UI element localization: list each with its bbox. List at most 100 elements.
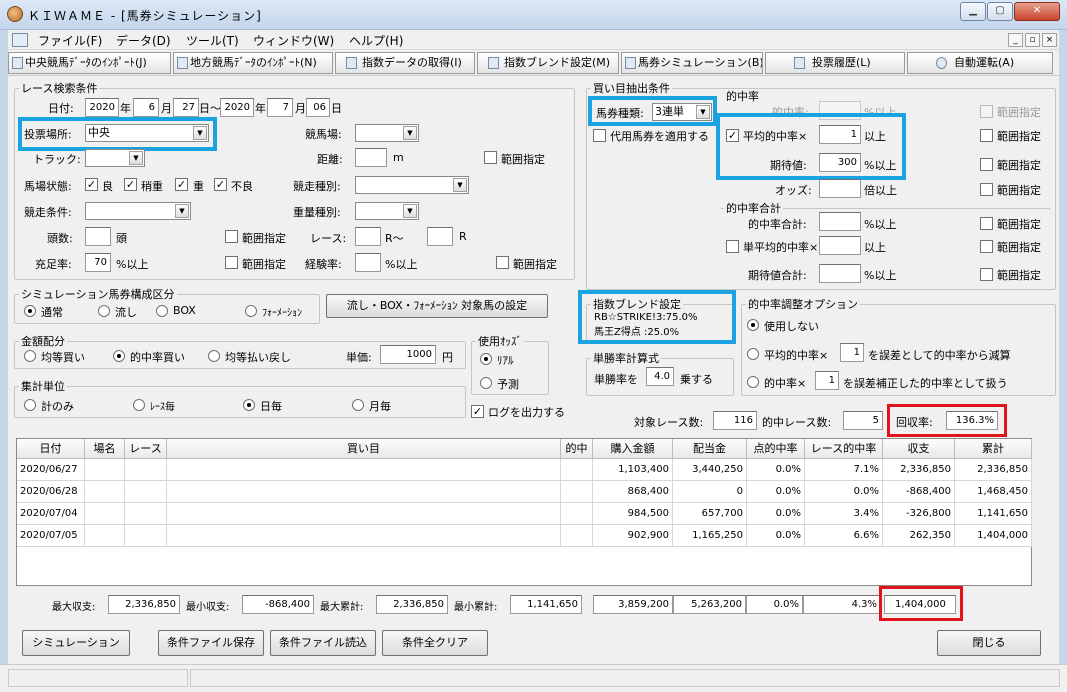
mdi-close-icon[interactable]: × <box>1042 33 1057 47</box>
weight-type-select[interactable]: ▼ <box>355 202 419 220</box>
title-bar[interactable]: ＫＩＷＡＭＥ - [馬券シミュレーション] ▁ ▢ ✕ <box>0 0 1067 30</box>
simulate-button[interactable]: シミュレーション <box>22 630 130 656</box>
expected-range-checkbox[interactable] <box>980 158 993 171</box>
col-header-race[interactable]: レース <box>125 439 167 459</box>
hit-sum-range-checkbox[interactable] <box>980 217 993 230</box>
mdi-minimize-icon[interactable]: _ <box>1008 33 1023 47</box>
betting-sim-button[interactable]: 馬券シミュレーション(B) <box>621 52 763 74</box>
col-header-date[interactable]: 日付 <box>17 439 85 459</box>
col-header-balance[interactable]: 収支 <box>883 439 955 459</box>
avg-range-checkbox[interactable] <box>980 129 993 142</box>
col-header-point-hit[interactable]: 点的中率 <box>747 439 805 459</box>
target-horse-button[interactable]: 流し・BOX・ﾌｫｰﾒｰｼｮﾝ 対象馬の設定 <box>326 294 548 318</box>
single-avg-checkbox[interactable] <box>726 240 739 253</box>
menu-data[interactable]: データ(D) <box>116 32 171 49</box>
exp-input[interactable] <box>355 253 381 272</box>
nagashi-radio[interactable] <box>98 305 110 317</box>
col-header-buy[interactable]: 買い目 <box>167 439 561 459</box>
exp-sum-input[interactable] <box>819 264 861 283</box>
heads-input[interactable] <box>85 227 111 246</box>
hit-buy-radio[interactable] <box>113 350 125 362</box>
formation-radio[interactable] <box>245 305 257 317</box>
index-blend-button[interactable]: 指数ブレンド設定(M) <box>477 52 619 74</box>
adjust-avg-input[interactable]: 1 <box>840 343 864 362</box>
col-header-payout[interactable]: 配当金 <box>673 439 747 459</box>
fill-input[interactable]: 70 <box>85 253 111 272</box>
real-odds-radio[interactable] <box>480 353 492 365</box>
to-year-input[interactable]: 2020 <box>220 98 254 117</box>
single-avg-range-checkbox[interactable] <box>980 240 993 253</box>
auto-run-button[interactable]: 自動運転(A) <box>907 52 1053 74</box>
close-button[interactable]: 閉じる <box>937 630 1041 656</box>
race-from-input[interactable] <box>355 227 381 246</box>
cond-heavy-label: 重 <box>193 180 204 193</box>
hit-range-checkbox[interactable] <box>980 105 993 118</box>
heads-range-checkbox[interactable] <box>225 230 238 243</box>
agg-total-radio[interactable] <box>24 399 36 411</box>
course-select[interactable]: ▼ <box>355 124 419 142</box>
track-select[interactable]: ▼ <box>85 149 145 167</box>
exp-range-checkbox[interactable] <box>496 256 509 269</box>
odds-range-checkbox[interactable] <box>980 183 993 196</box>
substitute-checkbox[interactable] <box>593 129 606 142</box>
results-table[interactable]: 日付 場名 レース 買い目 的中 購入金額 配当金 点的中率 レース的中率 収支… <box>16 438 1032 586</box>
load-conditions-button[interactable]: 条件ファイル読込 <box>270 630 376 656</box>
col-header-cumulative[interactable]: 累計 <box>955 439 1032 459</box>
minimize-icon[interactable]: ▁ <box>960 2 986 21</box>
distance-input[interactable] <box>355 148 387 167</box>
menu-window[interactable]: ウィンドウ(W) <box>253 32 334 49</box>
equal-pay-radio[interactable] <box>208 350 220 362</box>
race-cond-select[interactable]: ▼ <box>85 202 191 220</box>
cell-buy <box>167 503 561 525</box>
col-header-hit[interactable]: 的中 <box>561 439 593 459</box>
menu-tools[interactable]: ツール(T) <box>186 32 239 49</box>
import-local-button[interactable]: 地方競馬ﾃﾞｰﾀのｲﾝﾎﾟｰﾄ(N) <box>173 52 333 74</box>
mdi-doc-icon[interactable] <box>12 33 28 47</box>
forecast-odds-radio[interactable] <box>480 377 492 389</box>
agg-month-radio[interactable] <box>352 399 364 411</box>
clear-conditions-button[interactable]: 条件全クリア <box>382 630 488 656</box>
adjust-hit-radio[interactable] <box>747 376 759 388</box>
odds-input[interactable] <box>819 179 861 198</box>
cond-heavy-checkbox[interactable]: ✓ <box>175 178 188 191</box>
col-header-venue[interactable]: 場名 <box>85 439 125 459</box>
agg-race-radio[interactable] <box>133 399 145 411</box>
to-month-input[interactable]: 7 <box>267 98 293 117</box>
save-conditions-button[interactable]: 条件ファイル保存 <box>158 630 264 656</box>
to-day-input[interactable]: 06 <box>306 98 330 117</box>
close-icon[interactable]: ✕ <box>1014 2 1060 21</box>
adjust-avg-radio[interactable] <box>747 348 759 360</box>
from-month-input[interactable]: 6 <box>133 98 159 117</box>
cond-bad-checkbox[interactable]: ✓ <box>214 178 227 191</box>
single-avg-input[interactable] <box>819 236 861 255</box>
agg-day-radio[interactable] <box>243 399 255 411</box>
adjust-none-radio[interactable] <box>747 319 759 331</box>
box-radio[interactable] <box>156 305 168 317</box>
col-header-race-hit[interactable]: レース的中率 <box>805 439 883 459</box>
race-type-select[interactable]: ▼ <box>355 176 469 194</box>
distance-range-checkbox[interactable] <box>484 151 497 164</box>
maximize-icon[interactable]: ▢ <box>987 2 1013 21</box>
equal-buy-radio[interactable] <box>24 350 36 362</box>
get-index-button[interactable]: 指数データの取得(I) <box>335 52 475 74</box>
cond-good-checkbox[interactable]: ✓ <box>85 178 98 191</box>
from-day-input[interactable]: 27 <box>173 98 199 117</box>
unit-price-input[interactable]: 1000 <box>380 345 436 364</box>
exp-sum-range-checkbox[interactable] <box>980 268 993 281</box>
race-to-input[interactable] <box>427 227 453 246</box>
col-header-purchase[interactable]: 購入金額 <box>593 439 673 459</box>
vote-history-button[interactable]: 投票履歴(L) <box>765 52 905 74</box>
win-rate-input[interactable]: 4.0 <box>646 367 674 386</box>
from-year-input[interactable]: 2020 <box>85 98 119 117</box>
cond-slight-checkbox[interactable]: ✓ <box>124 178 137 191</box>
log-output-checkbox[interactable]: ✓ <box>471 405 484 418</box>
menu-help[interactable]: ヘルプ(H) <box>349 32 403 49</box>
menu-file[interactable]: ファイル(F) <box>38 32 102 49</box>
range-label: 範囲指定 <box>997 269 1041 282</box>
mdi-restore-icon[interactable]: ▫ <box>1025 33 1040 47</box>
hit-sum-input[interactable] <box>819 212 861 231</box>
normal-radio[interactable] <box>24 305 36 317</box>
import-central-button[interactable]: 中央競馬ﾃﾞｰﾀのｲﾝﾎﾟｰﾄ(J) <box>8 52 171 74</box>
fill-range-checkbox[interactable] <box>225 256 238 269</box>
adjust-hit-input[interactable]: 1 <box>815 371 839 390</box>
